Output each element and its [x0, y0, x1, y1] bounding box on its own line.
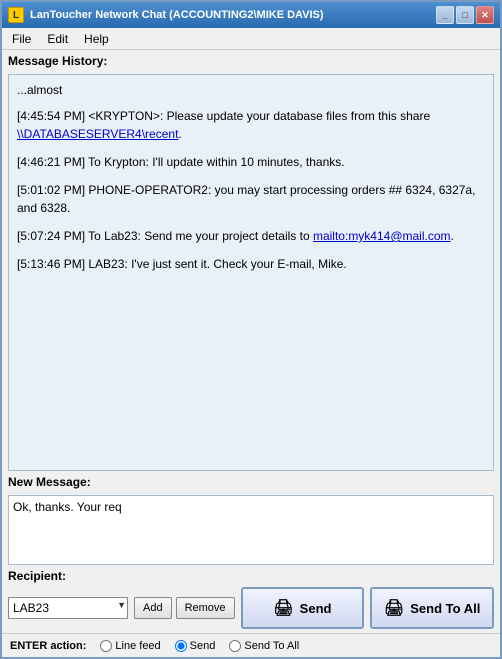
main-content: Message History: ...almost [4:45:54 PM] …: [2, 50, 500, 633]
radio-send-to-all-label: Send To All: [244, 640, 299, 652]
recipient-dropdown[interactable]: LAB23 KRYPTON PHONE-OPERATOR2 All: [8, 597, 128, 619]
message-history-label: Message History:: [8, 54, 494, 68]
radio-option-linefeed[interactable]: Line feed: [100, 640, 160, 652]
controls-row: LAB23 KRYPTON PHONE-OPERATOR2 All Add Re…: [8, 587, 494, 629]
list-item: [4:46:21 PM] To Krypton: I'll update wit…: [17, 153, 485, 171]
close-button[interactable]: ✕: [476, 6, 494, 24]
list-item: [5:07:24 PM] To Lab23: Send me your proj…: [17, 227, 485, 245]
window-title: LanToucher Network Chat (ACCOUNTING2\MIK…: [30, 9, 324, 21]
send-button[interactable]: 🖨 Send: [241, 587, 365, 629]
send-to-all-button[interactable]: 🖨 Send To All: [370, 587, 494, 629]
recipient-dropdown-wrapper: LAB23 KRYPTON PHONE-OPERATOR2 All: [8, 597, 128, 619]
radio-option-send[interactable]: Send: [175, 640, 216, 652]
add-remove-row: Add Remove: [134, 597, 235, 619]
radio-linefeed-label: Line feed: [115, 640, 160, 652]
menu-edit[interactable]: Edit: [41, 30, 74, 48]
minimize-button[interactable]: _: [436, 6, 454, 24]
msg-link-email[interactable]: mailto:myk414@mail.com: [313, 229, 451, 243]
radio-send-to-all[interactable]: [229, 640, 241, 652]
title-bar: L LanToucher Network Chat (ACCOUNTING2\M…: [2, 2, 500, 28]
app-icon: L: [8, 7, 24, 23]
list-item: [4:45:54 PM] <KRYPTON>: Please update yo…: [17, 107, 485, 143]
menu-file[interactable]: File: [6, 30, 37, 48]
msg-timestamp: [4:45:54 PM] <KRYPTON>: Please update yo…: [17, 109, 430, 123]
radio-send-label: Send: [190, 640, 216, 652]
msg-text: [4:46:21 PM] To Krypton: I'll update wit…: [17, 155, 345, 169]
message-history-scroll[interactable]: ...almost [4:45:54 PM] <KRYPTON>: Please…: [9, 75, 493, 470]
radio-linefeed[interactable]: [100, 640, 112, 652]
msg-link[interactable]: \\DATABASESERVER4\recent: [17, 127, 178, 141]
send-icon: 🖨: [273, 598, 293, 618]
enter-action-label: ENTER action:: [10, 640, 86, 652]
msg-ellipsis: ...almost: [17, 81, 485, 99]
msg-timestamp: [5:07:24 PM] To Lab23: Send me your proj…: [17, 229, 313, 243]
menu-bar: File Edit Help: [2, 28, 500, 50]
send-all-icon: 🖨: [384, 598, 404, 618]
send-to-all-button-label: Send To All: [410, 601, 480, 616]
radio-option-send-to-all[interactable]: Send To All: [229, 640, 299, 652]
status-bar: ENTER action: Line feed Send Send To All: [2, 633, 500, 657]
new-message-label: New Message:: [8, 475, 494, 489]
list-item: [5:13:46 PM] LAB23: I've just sent it. C…: [17, 255, 485, 273]
recipient-label: Recipient:: [8, 569, 66, 583]
msg-after-link: .: [451, 229, 454, 243]
message-history-container: ...almost [4:45:54 PM] <KRYPTON>: Please…: [8, 74, 494, 471]
menu-help[interactable]: Help: [78, 30, 115, 48]
radio-send[interactable]: [175, 640, 187, 652]
maximize-button[interactable]: □: [456, 6, 474, 24]
add-button[interactable]: Add: [134, 597, 172, 619]
send-button-label: Send: [300, 601, 332, 616]
recipient-row: Recipient:: [8, 569, 494, 583]
msg-after-link: .: [178, 127, 181, 141]
app-window: L LanToucher Network Chat (ACCOUNTING2\M…: [0, 0, 502, 659]
msg-text: [5:13:46 PM] LAB23: I've just sent it. C…: [17, 257, 347, 271]
window-controls: _ □ ✕: [436, 6, 494, 24]
msg-text: [5:01:02 PM] PHONE-OPERATOR2: you may st…: [17, 183, 475, 215]
list-item: [5:01:02 PM] PHONE-OPERATOR2: you may st…: [17, 181, 485, 217]
title-bar-left: L LanToucher Network Chat (ACCOUNTING2\M…: [8, 7, 324, 23]
new-message-input[interactable]: Ok, thanks. Your req: [8, 495, 494, 565]
remove-button[interactable]: Remove: [176, 597, 235, 619]
